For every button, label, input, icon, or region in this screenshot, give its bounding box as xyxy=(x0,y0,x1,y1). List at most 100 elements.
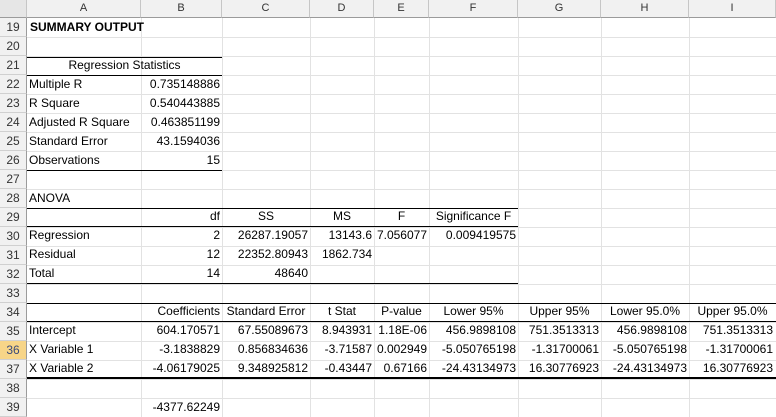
anova-cell[interactable]: 48640 xyxy=(222,264,308,283)
stat-label-r-square[interactable]: R Square xyxy=(29,94,80,113)
cell-b39[interactable]: -4377.62249 xyxy=(141,398,220,417)
coef-header[interactable]: Upper 95.0% xyxy=(689,302,776,321)
coef-header[interactable]: Lower 95.0% xyxy=(601,302,689,321)
row-header-21[interactable]: 21 xyxy=(0,56,27,75)
coef-cell[interactable]: 8.943931 xyxy=(310,321,372,340)
stat-value-observations[interactable]: 15 xyxy=(141,151,220,170)
column-header-h[interactable]: H xyxy=(601,0,689,18)
coef-cell[interactable]: 16.30776923 xyxy=(518,359,599,378)
coef-cell[interactable]: 0.002949 xyxy=(374,340,427,359)
coef-cell[interactable]: 751.3513313 xyxy=(689,321,773,340)
column-header-i[interactable]: I xyxy=(689,0,776,18)
coef-cell[interactable]: 456.9898108 xyxy=(429,321,516,340)
column-header-c[interactable]: C xyxy=(222,0,310,18)
select-all-corner[interactable] xyxy=(0,0,27,18)
row-header-32[interactable]: 32 xyxy=(0,265,27,284)
anova-header-significance-f[interactable]: Significance F xyxy=(429,207,518,226)
stat-label-standard-error[interactable]: Standard Error xyxy=(29,132,108,151)
row-header-30[interactable]: 30 xyxy=(0,227,27,246)
coef-row-label[interactable]: X Variable 2 xyxy=(29,359,93,378)
coef-cell[interactable]: -1.31700061 xyxy=(689,340,773,359)
row-header-25[interactable]: 25 xyxy=(0,132,27,151)
stat-label-multiple-r[interactable]: Multiple R xyxy=(29,75,82,94)
stat-value-adjusted-r-square[interactable]: 0.463851199 xyxy=(141,113,220,132)
coef-cell[interactable]: -24.43134973 xyxy=(429,359,516,378)
gridline xyxy=(27,189,776,190)
coef-cell[interactable]: 16.30776923 xyxy=(689,359,773,378)
stat-value-multiple-r[interactable]: 0.735148886 xyxy=(141,75,220,94)
coef-header[interactable]: t Stat xyxy=(310,302,374,321)
coef-cell[interactable]: 0.856834636 xyxy=(222,340,308,359)
row-header-35[interactable]: 35 xyxy=(0,322,27,341)
anova-cell[interactable]: 22352.80943 xyxy=(222,245,308,264)
coef-cell[interactable]: -1.31700061 xyxy=(518,340,599,359)
row-header-37[interactable]: 37 xyxy=(0,360,27,379)
anova-cell[interactable]: 14 xyxy=(141,264,220,283)
gridline xyxy=(27,132,776,133)
column-header-e[interactable]: E xyxy=(374,0,429,18)
coef-cell[interactable]: -0.43447 xyxy=(310,359,372,378)
anova-row-label[interactable]: Regression xyxy=(29,226,90,245)
coef-cell[interactable]: -4.06179025 xyxy=(141,359,220,378)
stat-value-r-square[interactable]: 0.540443885 xyxy=(141,94,220,113)
column-header-f[interactable]: F xyxy=(429,0,518,18)
coef-cell[interactable]: 67.55089673 xyxy=(222,321,308,340)
stat-label-adjusted-r-square[interactable]: Adjusted R Square xyxy=(29,113,130,132)
anova-cell[interactable]: 7.056077 xyxy=(374,226,427,245)
coef-cell[interactable]: 456.9898108 xyxy=(601,321,687,340)
coef-cell[interactable]: -3.71587 xyxy=(310,340,372,359)
row-header-36[interactable]: 36 xyxy=(0,341,27,360)
anova-cell[interactable]: 1862.734 xyxy=(310,245,372,264)
coef-header[interactable]: Standard Error xyxy=(222,302,310,321)
stat-value-standard-error[interactable]: 43.1594036 xyxy=(141,132,220,151)
anova-cell[interactable]: 2 xyxy=(141,226,220,245)
anova-header-df[interactable]: df xyxy=(141,207,220,226)
coef-cell[interactable]: -5.050765198 xyxy=(429,340,516,359)
coef-cell[interactable]: 604.170571 xyxy=(141,321,220,340)
coef-row-label[interactable]: X Variable 1 xyxy=(29,340,93,359)
row-header-23[interactable]: 23 xyxy=(0,94,27,113)
coef-row-label[interactable]: Intercept xyxy=(29,321,76,340)
coef-header[interactable]: P-value xyxy=(374,302,429,321)
row-header-33[interactable]: 33 xyxy=(0,284,27,303)
row-header-19[interactable]: 19 xyxy=(0,18,27,37)
column-header-a[interactable]: A xyxy=(27,0,141,18)
coef-cell[interactable]: 751.3513313 xyxy=(518,321,599,340)
row-header-22[interactable]: 22 xyxy=(0,75,27,94)
stat-label-observations[interactable]: Observations xyxy=(29,151,100,170)
row-header-24[interactable]: 24 xyxy=(0,113,27,132)
column-header-g[interactable]: G xyxy=(518,0,601,18)
coef-header[interactable]: Upper 95% xyxy=(518,302,601,321)
summary-output-title[interactable]: SUMMARY OUTPUT xyxy=(30,18,144,37)
anova-cell[interactable]: 26287.19057 xyxy=(222,226,308,245)
row-header-20[interactable]: 20 xyxy=(0,37,27,56)
row-header-31[interactable]: 31 xyxy=(0,246,27,265)
anova-row-label[interactable]: Residual xyxy=(29,245,76,264)
row-header-34[interactable]: 34 xyxy=(0,303,27,322)
row-header-28[interactable]: 28 xyxy=(0,189,27,208)
row-header-26[interactable]: 26 xyxy=(0,151,27,170)
coef-cell[interactable]: 1.18E-06 xyxy=(374,321,427,340)
row-header-38[interactable]: 38 xyxy=(0,379,27,398)
coef-cell[interactable]: -24.43134973 xyxy=(601,359,687,378)
coef-cell[interactable]: 9.348925812 xyxy=(222,359,308,378)
coef-cell[interactable]: 0.67166 xyxy=(374,359,427,378)
coef-cell[interactable]: -5.050765198 xyxy=(601,340,687,359)
column-header-b[interactable]: B xyxy=(141,0,222,18)
anova-cell[interactable]: 13143.6 xyxy=(310,226,372,245)
anova-header-f[interactable]: F xyxy=(374,207,429,226)
coef-cell[interactable]: -3.1838829 xyxy=(141,340,220,359)
column-header-d[interactable]: D xyxy=(310,0,374,18)
anova-header-ss[interactable]: SS xyxy=(222,207,310,226)
row-header-39[interactable]: 39 xyxy=(0,398,27,417)
regression-statistics-header[interactable]: Regression Statistics xyxy=(27,56,222,75)
coef-header[interactable]: Coefficients xyxy=(141,302,220,321)
anova-header-ms[interactable]: MS xyxy=(310,207,374,226)
coef-header[interactable]: Lower 95% xyxy=(429,302,518,321)
anova-cell[interactable]: 12 xyxy=(141,245,220,264)
row-header-29[interactable]: 29 xyxy=(0,208,27,227)
anova-cell[interactable]: 0.009419575 xyxy=(429,226,516,245)
anova-title[interactable]: ANOVA xyxy=(29,189,70,208)
anova-row-label[interactable]: Total xyxy=(29,264,54,283)
row-header-27[interactable]: 27 xyxy=(0,170,27,189)
